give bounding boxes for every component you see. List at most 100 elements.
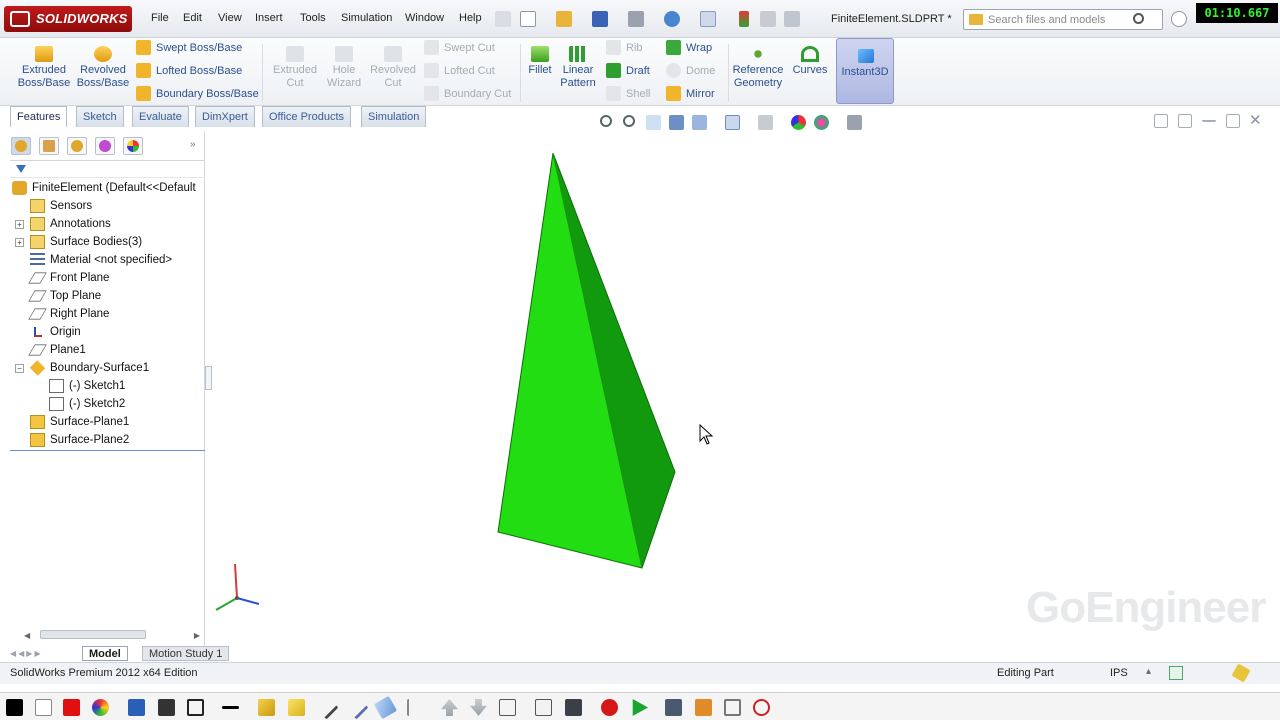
wrap-button[interactable]: Wrap	[664, 40, 712, 55]
previous-view-icon[interactable]	[646, 115, 661, 130]
window-capture-icon[interactable]	[187, 699, 204, 716]
search-icon[interactable]	[1133, 13, 1144, 24]
close-icon[interactable]: ✕	[1249, 111, 1262, 129]
menu-view[interactable]: View	[218, 12, 242, 24]
rib-button[interactable]: Rib	[604, 40, 643, 55]
tab-dimxpert[interactable]: DimXpert	[195, 106, 255, 127]
revolved-cut-button[interactable]: Revolved Cut	[366, 46, 420, 90]
configurationmanager-tab[interactable]	[67, 137, 87, 155]
zoom-to-fit-icon[interactable]	[600, 115, 612, 127]
surface-bodies-expander[interactable]: +	[15, 238, 24, 247]
propertymanager-tab[interactable]	[39, 137, 59, 155]
boundary-boss-button[interactable]: Boundary Boss/Base	[134, 86, 259, 101]
file-properties-icon[interactable]	[784, 11, 800, 27]
pointer-icon[interactable]	[407, 699, 424, 716]
menu-tools[interactable]: Tools	[300, 12, 326, 24]
tab-features[interactable]: Features	[10, 106, 68, 127]
tree-horizontal-scrollbar[interactable]: ◀ ▶	[24, 629, 210, 641]
linear-pattern-button[interactable]: Linear Pattern	[556, 46, 600, 90]
boundary-cut-button[interactable]: Boundary Cut	[422, 86, 511, 101]
marker-icon[interactable]	[288, 699, 305, 716]
menu-simulation[interactable]: Simulation	[341, 12, 392, 24]
menu-window[interactable]: Window	[405, 12, 444, 24]
swept-boss-button[interactable]: Swept Boss/Base	[134, 40, 242, 55]
black-color-icon[interactable]	[6, 699, 23, 716]
view-settings-icon[interactable]	[847, 115, 862, 130]
tab-model[interactable]: Model	[82, 646, 128, 661]
arrow-down-icon[interactable]	[470, 699, 487, 716]
dimxpertmanager-tab[interactable]	[95, 137, 115, 155]
featuremanager-tab[interactable]	[11, 137, 31, 155]
swept-cut-button[interactable]: Swept Cut	[422, 40, 495, 55]
extruded-cut-button[interactable]: Extruded Cut	[268, 46, 322, 90]
rollback-bar[interactable]	[10, 450, 205, 451]
rebuild-status-icon[interactable]	[1231, 663, 1251, 683]
displaymanager-tab[interactable]	[123, 137, 143, 155]
menu-help[interactable]: Help	[459, 12, 482, 24]
rebuild-icon[interactable]	[739, 11, 749, 27]
zoom-to-area-icon[interactable]	[623, 115, 635, 127]
tab-scroll-arrows-icon[interactable]: ◀◀▶▶	[10, 649, 43, 658]
hide-show-items-icon[interactable]	[758, 115, 773, 130]
help-icon[interactable]	[1171, 11, 1187, 27]
restore-icon[interactable]	[1226, 114, 1240, 128]
select-arrow-icon[interactable]	[700, 11, 716, 27]
instant3d-button[interactable]: Instant3D	[836, 38, 894, 104]
open-folder-icon[interactable]	[556, 11, 572, 27]
tab-evaluate[interactable]: Evaluate	[132, 106, 189, 127]
monitor-icon[interactable]	[158, 699, 175, 716]
scroll-right-icon[interactable]: ▶	[194, 631, 200, 640]
options-icon[interactable]	[760, 11, 776, 27]
tab-simulation[interactable]: Simulation	[361, 106, 427, 127]
minimize-icon[interactable]	[1202, 114, 1216, 122]
document-icon[interactable]	[695, 699, 712, 716]
white-color-icon[interactable]	[35, 699, 52, 716]
extruded-boss-button[interactable]: Extruded Boss/Base	[16, 46, 72, 90]
pin-icon[interactable]	[495, 11, 511, 27]
screen-capture-icon[interactable]	[128, 699, 145, 716]
display-style-icon[interactable]	[725, 115, 740, 130]
menu-insert[interactable]: Insert	[255, 12, 283, 24]
units-dropdown-icon[interactable]: ▴	[1146, 666, 1151, 677]
dome-button[interactable]: Dome	[664, 63, 715, 78]
pencil-icon[interactable]	[344, 695, 369, 720]
expand-chevron-icon[interactable]: »	[190, 139, 196, 150]
presentation-icon[interactable]	[665, 699, 682, 716]
arrow-up-icon[interactable]	[441, 699, 458, 716]
tree-filter-row[interactable]	[10, 162, 205, 178]
scroll-left-icon[interactable]: ◀	[24, 631, 30, 640]
settings-icon[interactable]	[724, 699, 741, 716]
fillet-button[interactable]: Fillet	[524, 46, 556, 77]
undo-icon[interactable]	[664, 11, 680, 27]
cascade-window-icon[interactable]	[1178, 114, 1192, 128]
pane-splitter-handle[interactable]	[205, 366, 212, 390]
tab-sketch[interactable]: Sketch	[76, 106, 124, 127]
view-orientation-icon[interactable]	[692, 115, 707, 130]
section-view-icon[interactable]	[669, 115, 684, 130]
tab-office-products[interactable]: Office Products	[262, 106, 351, 127]
copy-icon[interactable]	[499, 699, 516, 716]
search-input[interactable]: Search files and models	[963, 9, 1163, 30]
shell-button[interactable]: Shell	[604, 86, 650, 101]
apply-scene-icon[interactable]	[814, 115, 829, 130]
boundary-surface-expander[interactable]: −	[15, 364, 24, 373]
units-selector[interactable]: IPS	[1110, 667, 1128, 679]
color-palette-icon[interactable]	[92, 699, 109, 716]
menu-edit[interactable]: Edit	[183, 12, 202, 24]
lofted-boss-button[interactable]: Lofted Boss/Base	[134, 63, 242, 78]
save-disk-icon[interactable]	[565, 699, 582, 716]
red-color-icon[interactable]	[63, 699, 80, 716]
solidworks-logo[interactable]: SOLIDWORKS	[4, 6, 132, 32]
pen-icon[interactable]	[314, 695, 339, 720]
hole-wizard-button[interactable]: Hole Wizard	[322, 46, 366, 90]
exit-icon[interactable]	[753, 699, 770, 716]
tree-root-part[interactable]: FiniteElement (Default<<Default	[12, 179, 205, 197]
scroll-thumb[interactable]	[40, 630, 146, 639]
reference-geometry-button[interactable]: Reference Geometry	[730, 46, 786, 90]
mirror-button[interactable]: Mirror	[664, 86, 715, 101]
graphics-area[interactable]	[212, 132, 1272, 642]
highlighter-icon[interactable]	[258, 699, 275, 716]
revolved-boss-button[interactable]: Revolved Boss/Base	[74, 46, 132, 90]
play-icon[interactable]	[632, 699, 648, 716]
tile-window-icon[interactable]	[1154, 114, 1168, 128]
